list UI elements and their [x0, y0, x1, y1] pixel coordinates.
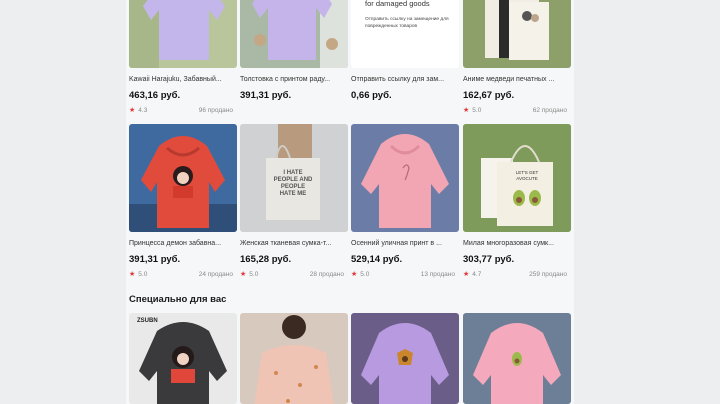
promo-heading: for damaged goods	[365, 0, 430, 8]
rating-value: 4.7	[472, 271, 482, 278]
product-meta: ★ 4.3 96 продано	[129, 107, 233, 115]
product-price: 529,14 руб.	[351, 254, 403, 265]
product-title[interactable]: Женская тканевая сумка-т...	[240, 239, 346, 248]
product-image[interactable]	[240, 0, 348, 68]
section-title: Специально для вас	[129, 294, 227, 305]
rating-value: 5.0	[472, 107, 482, 114]
product-card[interactable]	[351, 313, 459, 404]
product-meta: ★ 5.0 62 продано	[463, 107, 567, 115]
sold-count: 13 продано	[420, 271, 455, 278]
product-price: 391,31 руб.	[240, 90, 292, 101]
product-feed: Kawaii Harajuku, Забавный... 463,16 руб.…	[126, 0, 574, 404]
brand-label: ZSUBN	[137, 318, 158, 324]
product-price: 303,77 руб.	[463, 254, 515, 265]
product-title[interactable]: Kawaii Harajuku, Забавный...	[129, 75, 235, 84]
promo-text: Отправить ссылку на замещение для повреж…	[365, 17, 449, 29]
product-card[interactable]: I HATE PEOPLE AND PEOPLE HATE ME Женская…	[240, 124, 348, 279]
product-title[interactable]: Осенний уличная принт в ...	[351, 239, 457, 248]
product-title[interactable]: Аниме медведи печатных ...	[463, 75, 569, 84]
product-card[interactable]: Kawaii Harajuku, Забавный... 463,16 руб.…	[129, 0, 237, 115]
star-icon: ★	[463, 271, 470, 278]
rating-value: 5.0	[360, 271, 370, 278]
product-card[interactable]	[240, 313, 348, 404]
product-image[interactable]	[240, 313, 348, 404]
star-icon: ★	[463, 107, 470, 114]
sold-count: 96 продано	[198, 107, 233, 114]
star-icon: ★	[129, 107, 136, 114]
product-image[interactable]	[351, 313, 459, 404]
star-icon: ★	[351, 271, 358, 278]
product-meta: ★ 5.0 28 продано	[240, 271, 344, 279]
product-card[interactable]: for damaged goods Отправить ссылку на за…	[351, 0, 459, 101]
product-image[interactable]: I HATE PEOPLE AND PEOPLE HATE ME	[240, 124, 348, 232]
star-icon: ★	[240, 271, 247, 278]
product-title[interactable]: Толстовка с принтом раду...	[240, 75, 346, 84]
product-price: 391,31 руб.	[129, 254, 181, 265]
product-image[interactable]	[463, 313, 571, 404]
product-price: 0,66 руб.	[351, 90, 392, 101]
product-image[interactable]	[129, 124, 237, 232]
product-meta: ★ 4.7 259 продано	[463, 271, 567, 279]
product-image[interactable]: ZSUBN	[129, 313, 237, 404]
product-card[interactable]: Осенний уличная принт в ... 529,14 руб. …	[351, 124, 459, 279]
product-price: 165,28 руб.	[240, 254, 292, 265]
product-meta: ★ 5.0 13 продано	[351, 271, 455, 279]
rating-value: 5.0	[138, 271, 148, 278]
product-image[interactable]: for damaged goods Отправить ссылку на за…	[351, 0, 459, 68]
sold-count: 259 продано	[529, 271, 567, 278]
product-meta: ★ 5.0 24 продано	[129, 271, 233, 279]
sold-count: 24 продано	[198, 271, 233, 278]
product-card[interactable]: LET'S GET AVOCUTE Милая многоразовая сум…	[463, 124, 571, 279]
bag-print-text: I HATE PEOPLE AND PEOPLE HATE ME	[273, 170, 313, 197]
product-price: 463,16 руб.	[129, 90, 181, 101]
product-title[interactable]: Принцесса демон забавна...	[129, 239, 235, 248]
product-price: 162,67 руб.	[463, 90, 515, 101]
product-title[interactable]: Милая многоразовая сумк...	[463, 239, 569, 248]
product-card[interactable]: ZSUBN	[129, 313, 237, 404]
bag-print-text: LET'S GET AVOCUTE	[515, 170, 539, 181]
product-title[interactable]: Отправить ссылку для зам...	[351, 75, 457, 84]
product-image[interactable]	[351, 124, 459, 232]
product-card[interactable]: Аниме медведи печатных ... 162,67 руб. ★…	[463, 0, 571, 115]
product-image[interactable]	[463, 0, 571, 68]
product-card[interactable]: Толстовка с принтом раду... 391,31 руб.	[240, 0, 348, 101]
product-card[interactable]: Принцесса демон забавна... 391,31 руб. ★…	[129, 124, 237, 279]
sold-count: 62 продано	[532, 107, 567, 114]
product-card[interactable]	[463, 313, 571, 404]
rating-value: 5.0	[249, 271, 259, 278]
sold-count: 28 продано	[309, 271, 344, 278]
rating-value: 4.3	[138, 107, 148, 114]
product-image[interactable]: LET'S GET AVOCUTE	[463, 124, 571, 232]
product-image[interactable]	[129, 0, 237, 68]
star-icon: ★	[129, 271, 136, 278]
